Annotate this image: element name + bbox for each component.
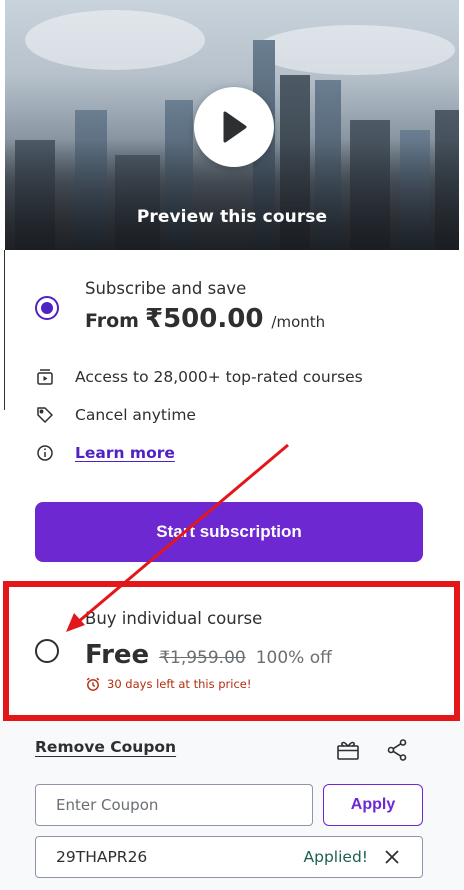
subscription-radio[interactable] (35, 296, 59, 320)
applied-coupon: 29THAPR26 Applied! (35, 836, 423, 878)
info-icon (35, 443, 55, 463)
video-library-icon (35, 367, 55, 387)
feature-item: Learn more (35, 443, 175, 463)
gift-icon (337, 741, 359, 760)
subscription-title: Subscribe and save (85, 279, 247, 298)
price-from: From (85, 310, 139, 332)
close-icon[interactable] (382, 847, 402, 867)
divider (4, 250, 5, 410)
applied-status: Applied! (303, 848, 368, 866)
feature-text: Access to 28,000+ top-rated courses (75, 368, 363, 386)
remove-coupon-link[interactable]: Remove Coupon (35, 738, 176, 756)
play-icon (223, 111, 247, 143)
share-button[interactable] (383, 736, 411, 764)
coupon-input[interactable] (35, 784, 313, 826)
cloud (255, 25, 455, 75)
feature-item: Access to 28,000+ top-rated courses (35, 367, 363, 387)
subscription-price: From ₹500.00 /month (85, 304, 325, 334)
applied-coupon-code: 29THAPR26 (56, 848, 148, 866)
learn-more-link[interactable]: Learn more (75, 444, 175, 462)
play-button[interactable] (194, 87, 274, 167)
highlight-box (3, 581, 460, 721)
feature-text: Cancel anytime (75, 406, 196, 424)
start-subscription-button[interactable]: Start subscription (35, 502, 423, 562)
tag-icon (35, 405, 55, 425)
price-period: /month (271, 313, 326, 331)
apply-coupon-button[interactable]: Apply (323, 784, 423, 826)
course-preview[interactable]: Preview this course (5, 0, 459, 250)
cloud (25, 10, 205, 70)
price-amount: ₹500.00 (145, 304, 264, 334)
gift-button[interactable] (334, 736, 362, 764)
preview-label: Preview this course (136, 207, 328, 227)
share-icon (387, 739, 407, 761)
feature-item: Cancel anytime (35, 405, 196, 425)
